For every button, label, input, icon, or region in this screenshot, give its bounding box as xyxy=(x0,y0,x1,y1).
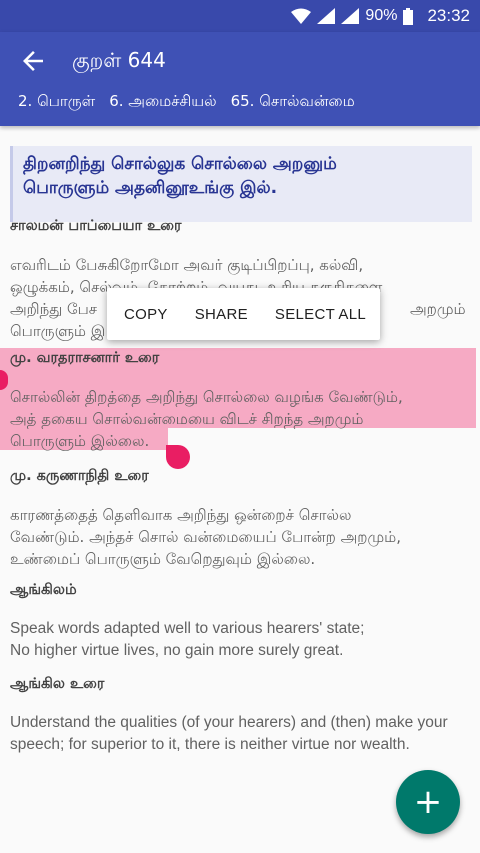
section-heading: மு. கருணாநிதி உரை xyxy=(10,468,149,484)
commentary-text: காரணத்தைத் தெளிவாக அறிந்து ஒன்றைச் சொல்ல… xyxy=(10,504,472,570)
clock: 23:32 xyxy=(427,6,470,25)
wifi-icon xyxy=(291,8,312,24)
kural-line-1: திறனறிந்து சொல்லுக சொல்லை அறனும் xyxy=(23,154,337,174)
selection-end-handle[interactable] xyxy=(166,445,190,469)
add-fab-button[interactable]: + xyxy=(396,770,460,834)
kural-verse: திறனறிந்து சொல்லுக சொல்லை அறனும் பொருளும… xyxy=(10,146,472,222)
copy-button[interactable]: COPY xyxy=(124,306,168,323)
breadcrumb-section[interactable]: 65. சொல்வன்மை xyxy=(231,92,355,112)
signal-icon-2 xyxy=(341,8,360,24)
english-commentary: Understand the qualities (of your hearer… xyxy=(10,712,472,756)
translation-line: speech; for superior to it, there is nei… xyxy=(10,736,410,753)
battery-percent: 90% xyxy=(365,7,398,24)
status-bar: 90% 23:32 xyxy=(0,0,480,32)
breadcrumb-chapter[interactable]: 6. அமைச்சியல் xyxy=(109,92,216,112)
commentary-line: உண்மைப் பொருளும் வேறெதுவும் இல்லை. xyxy=(10,550,316,568)
breadcrumb: 2. பொருள் 6. அமைச்சியல் 65. சொல்வன்மை xyxy=(18,92,355,112)
kural-line-2: பொருளும் அதனினூஉங்கு இல். xyxy=(23,178,278,198)
commentary-line: அத் தகைய சொல்வன்மையை விடச் சிறந்த அறமும் xyxy=(10,410,364,428)
commentary-line: வேண்டும். அந்தச் சொல் வன்மையைப் போன்ற அற… xyxy=(10,528,401,546)
commentary-line-tail: அறமும் xyxy=(410,300,466,318)
status-icons: 90% 23:32 xyxy=(291,0,470,32)
plus-icon: + xyxy=(413,782,443,822)
commentary-text-selected: சொல்லின் திறத்தை அறிந்து சொல்லை வழங்க வே… xyxy=(10,386,472,452)
section-heading: ஆங்கிலம் xyxy=(10,582,77,598)
section-heading: சாலமன் பாப்பையா உரை xyxy=(10,218,182,234)
translation-line: Understand the qualities (of your hearer… xyxy=(10,714,448,731)
english-translation: Speak words adapted well to various hear… xyxy=(10,618,472,662)
section-heading: ஆங்கில உரை xyxy=(10,676,105,692)
commentary-line: எவரிடம் பேசுகிறோமோ அவர் குடிப்பிறப்பு, க… xyxy=(10,256,364,274)
section-heading: மு. வரதராசனார் உரை xyxy=(10,350,160,366)
commentary-line: சொல்லின் திறத்தை அறிந்து சொல்லை வழங்க வே… xyxy=(10,388,403,406)
back-arrow-icon[interactable] xyxy=(18,46,48,76)
select-all-button[interactable]: SELECT ALL xyxy=(275,306,366,323)
share-button[interactable]: SHARE xyxy=(195,306,248,323)
breadcrumb-part[interactable]: 2. பொருள் xyxy=(18,92,95,112)
page-title: குறள் 644 xyxy=(72,48,166,72)
commentary-line: காரணத்தைத் தெளிவாக அறிந்து ஒன்றைச் சொல்ல xyxy=(10,506,352,524)
signal-icon xyxy=(317,8,336,24)
translation-line: Speak words adapted well to various hear… xyxy=(10,620,365,637)
commentary-line: பொருளும் இல்லை. xyxy=(10,432,150,450)
translation-line: No higher virtue lives, no gain more sur… xyxy=(10,642,344,659)
app-bar: குறள் 644 2. பொருள் 6. அமைச்சியல் 65. சொ… xyxy=(0,32,480,126)
text-selection-menu: COPY SHARE SELECT ALL xyxy=(107,288,380,340)
battery-icon xyxy=(403,7,414,25)
